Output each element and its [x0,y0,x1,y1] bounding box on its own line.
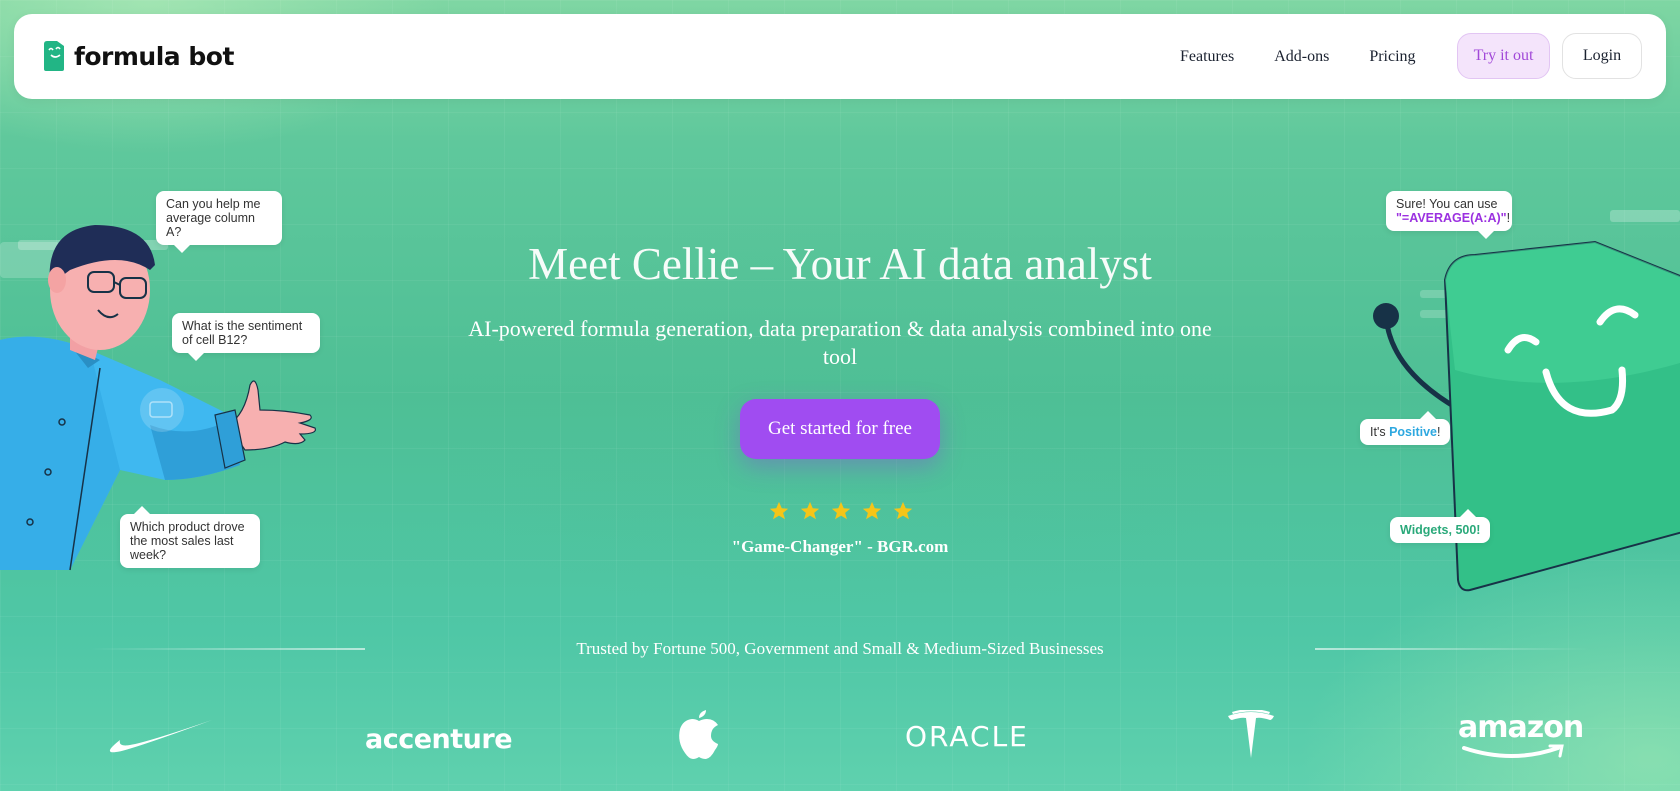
nav-link-addons[interactable]: Add-ons [1274,48,1329,66]
bubble-text: ! [1506,211,1511,225]
formula-highlight: "=AVERAGE(A:A)" [1396,211,1507,225]
bubble-text: Can you help me average column A? [166,197,261,239]
hero-subtitle: AI-powered formula generation, data prep… [468,316,1212,369]
navbar: formula bot Features Add-ons Pricing Try… [14,14,1666,99]
star-icon [893,501,913,520]
chat-bubble-sentiment-answer: It's Positive! [1360,411,1451,445]
formula-bot-icon [44,41,64,71]
nav-link-pricing[interactable]: Pricing [1369,48,1415,66]
chat-bubble-average: Can you help me average column A? [156,191,282,253]
rating-stars [768,500,914,522]
accenture-logo: accenture [365,724,513,755]
get-started-button[interactable]: Get started for free [740,399,940,459]
apple-logo [679,710,718,759]
bubble-text: It's [1370,425,1390,439]
amazon-logo: amazon [1458,710,1584,758]
chat-bubble-formula-answer: Sure! You can use "=AVERAGE(A:A)"! [1386,191,1512,239]
brand-name: formula bot [74,41,234,71]
brand-logo[interactable]: formula bot [42,40,234,72]
tesla-logo [1228,710,1274,758]
oracle-logo: ORACLE [905,720,1029,753]
nav-links: Features Add-ons Pricing [1180,48,1416,66]
chat-bubble-sentiment: What is the sentiment of cell B12? [172,313,320,361]
hero-title: Meet Cellie – Your AI data analyst [528,239,1152,289]
sentiment-highlight: Positive [1389,425,1437,439]
try-it-out-button[interactable]: Try it out [1457,33,1550,79]
amazon-smile-icon [1462,744,1564,758]
star-icon [862,501,882,520]
star-icon [769,501,789,520]
bubble-text: Sure! You can use [1396,197,1498,211]
star-icon [800,501,820,520]
bubble-text: What is the sentiment of cell B12? [182,319,303,347]
nike-logo [109,720,212,753]
bubble-text: ! [1437,425,1441,439]
star-icon [831,501,851,520]
nav-link-features[interactable]: Features [1180,48,1234,66]
testimonial-quote: "Game-Changer" - BGR.com [731,537,949,556]
amazon-wordmark: amazon [1458,710,1584,745]
bubble-text: Widgets, 500! [1400,523,1481,537]
trusted-by-text: Trusted by Fortune 500, Government and S… [576,639,1104,658]
login-button[interactable]: Login [1562,33,1642,79]
